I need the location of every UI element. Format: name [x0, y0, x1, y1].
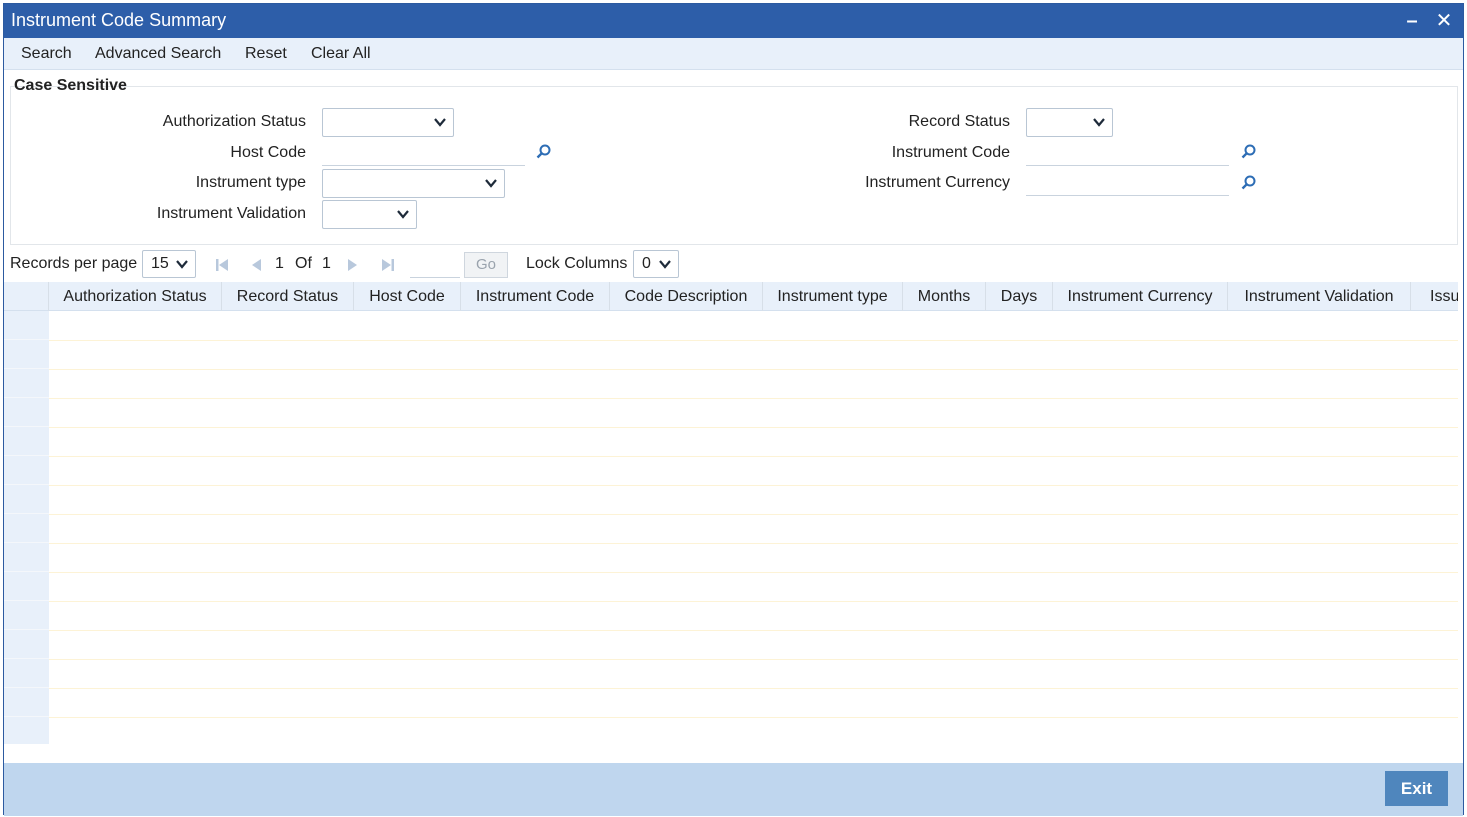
- row-selector-cell[interactable]: [4, 311, 49, 340]
- table-row: [49, 630, 1458, 631]
- exit-button[interactable]: Exit: [1385, 771, 1448, 806]
- window-title: Instrument Code Summary: [11, 10, 227, 30]
- first-page-icon[interactable]: [214, 257, 230, 273]
- col-days[interactable]: Days: [986, 282, 1053, 311]
- col-host-code[interactable]: Host Code: [354, 282, 461, 311]
- instrument-type-label: Instrument type: [195, 174, 306, 191]
- table-row: [49, 485, 1458, 486]
- chevron-down-icon: [1093, 118, 1105, 127]
- instrument-code-input[interactable]: [1026, 138, 1229, 166]
- instrument-validation-select[interactable]: [322, 200, 417, 229]
- row-selector-cell[interactable]: [4, 717, 49, 744]
- prev-page-icon[interactable]: [248, 257, 264, 273]
- row-selector-cell[interactable]: [4, 340, 49, 369]
- col-code-description[interactable]: Code Description: [610, 282, 763, 311]
- minimize-icon[interactable]: –: [1399, 8, 1425, 34]
- title-bar: Instrument Code Summary – ✕: [4, 4, 1463, 38]
- table-row: [49, 688, 1458, 689]
- col-authorization-status[interactable]: Authorization Status: [49, 282, 222, 311]
- table-row: [49, 369, 1458, 370]
- host-code-search-icon[interactable]: [535, 143, 553, 161]
- row-selector-cell[interactable]: [4, 688, 49, 717]
- search-button[interactable]: Search: [21, 45, 72, 63]
- records-per-page-label: Records per page: [10, 255, 138, 272]
- select-all-header[interactable]: [4, 282, 49, 311]
- instrument-currency-label: Instrument Currency: [865, 174, 1010, 191]
- table-row: [49, 572, 1458, 573]
- reset-button[interactable]: Reset: [245, 45, 287, 63]
- close-icon[interactable]: ✕: [1431, 8, 1457, 34]
- col-instrument-type[interactable]: Instrument type: [763, 282, 903, 311]
- col-record-status[interactable]: Record Status: [222, 282, 354, 311]
- row-selector-cell[interactable]: [4, 514, 49, 543]
- clear-all-button[interactable]: Clear All: [311, 45, 371, 63]
- chevron-down-icon: [485, 179, 497, 188]
- row-selector-cell[interactable]: [4, 427, 49, 456]
- row-selector-cell[interactable]: [4, 456, 49, 485]
- table-row: [49, 659, 1458, 660]
- instrument-type-select[interactable]: [322, 169, 505, 198]
- table-row: [49, 514, 1458, 515]
- instrument-code-search-icon[interactable]: [1240, 143, 1258, 161]
- lock-columns-label: Lock Columns: [526, 255, 628, 272]
- table-row: [49, 340, 1458, 341]
- pagination-bar: Records per page 15 1 Of 1 Go Lock Colum…: [4, 248, 1463, 280]
- next-page-icon[interactable]: [345, 257, 361, 273]
- col-instrument-code[interactable]: Instrument Code: [461, 282, 610, 311]
- row-selector-column: [4, 311, 49, 744]
- host-code-label: Host Code: [230, 144, 306, 161]
- case-sensitive-heading: Case Sensitive: [14, 77, 127, 94]
- records-per-page-select[interactable]: 15: [142, 250, 196, 278]
- row-selector-cell[interactable]: [4, 398, 49, 427]
- records-per-page-value: 15: [151, 255, 169, 272]
- table-row: [49, 601, 1458, 602]
- row-selector-cell[interactable]: [4, 601, 49, 630]
- advanced-search-button[interactable]: Advanced Search: [95, 45, 221, 63]
- footer-bar: Exit: [4, 763, 1463, 816]
- chevron-down-icon: [397, 210, 409, 219]
- col-months[interactable]: Months: [903, 282, 986, 311]
- authorization-status-select[interactable]: [322, 108, 454, 137]
- instrument-currency-input[interactable]: [1026, 168, 1229, 196]
- row-selector-cell[interactable]: [4, 369, 49, 398]
- row-selector-cell[interactable]: [4, 659, 49, 688]
- table-row: [49, 398, 1458, 399]
- instrument-code-label: Instrument Code: [891, 144, 1010, 161]
- instrument-validation-label: Instrument Validation: [156, 205, 306, 222]
- lock-columns-value: 0: [642, 255, 651, 272]
- of-label: Of: [295, 255, 312, 272]
- toolbar: Search Advanced Search Reset Clear All: [4, 38, 1463, 70]
- table-row: [49, 427, 1458, 428]
- table-row: [49, 717, 1458, 718]
- chevron-down-icon: [176, 260, 188, 269]
- grid-header-row: Authorization Status Record Status Host …: [4, 282, 1458, 311]
- col-instrument-validation[interactable]: Instrument Validation: [1228, 282, 1411, 311]
- total-pages: 1: [322, 255, 331, 272]
- col-issue-truncated[interactable]: Issu: [1411, 282, 1458, 311]
- row-selector-cell[interactable]: [4, 485, 49, 514]
- current-page: 1: [275, 255, 284, 272]
- host-code-input[interactable]: [322, 138, 525, 166]
- chevron-down-icon: [659, 260, 671, 269]
- lock-columns-select[interactable]: 0: [633, 250, 679, 278]
- instrument-code-summary-window: Instrument Code Summary – ✕ Search Advan…: [3, 3, 1464, 816]
- col-instrument-currency[interactable]: Instrument Currency: [1053, 282, 1228, 311]
- row-selector-cell[interactable]: [4, 543, 49, 572]
- chevron-down-icon: [434, 118, 446, 127]
- go-button[interactable]: Go: [464, 252, 508, 278]
- record-status-label: Record Status: [908, 113, 1010, 130]
- row-selector-cell[interactable]: [4, 630, 49, 659]
- results-grid: Authorization Status Record Status Host …: [4, 282, 1458, 744]
- last-page-icon[interactable]: [380, 257, 396, 273]
- record-status-select[interactable]: [1026, 108, 1113, 137]
- authorization-status-label: Authorization Status: [162, 113, 306, 130]
- instrument-currency-search-icon[interactable]: [1240, 174, 1258, 192]
- table-row: [49, 456, 1458, 457]
- table-row: [49, 543, 1458, 544]
- row-selector-cell[interactable]: [4, 572, 49, 601]
- go-to-page-input[interactable]: [410, 252, 460, 278]
